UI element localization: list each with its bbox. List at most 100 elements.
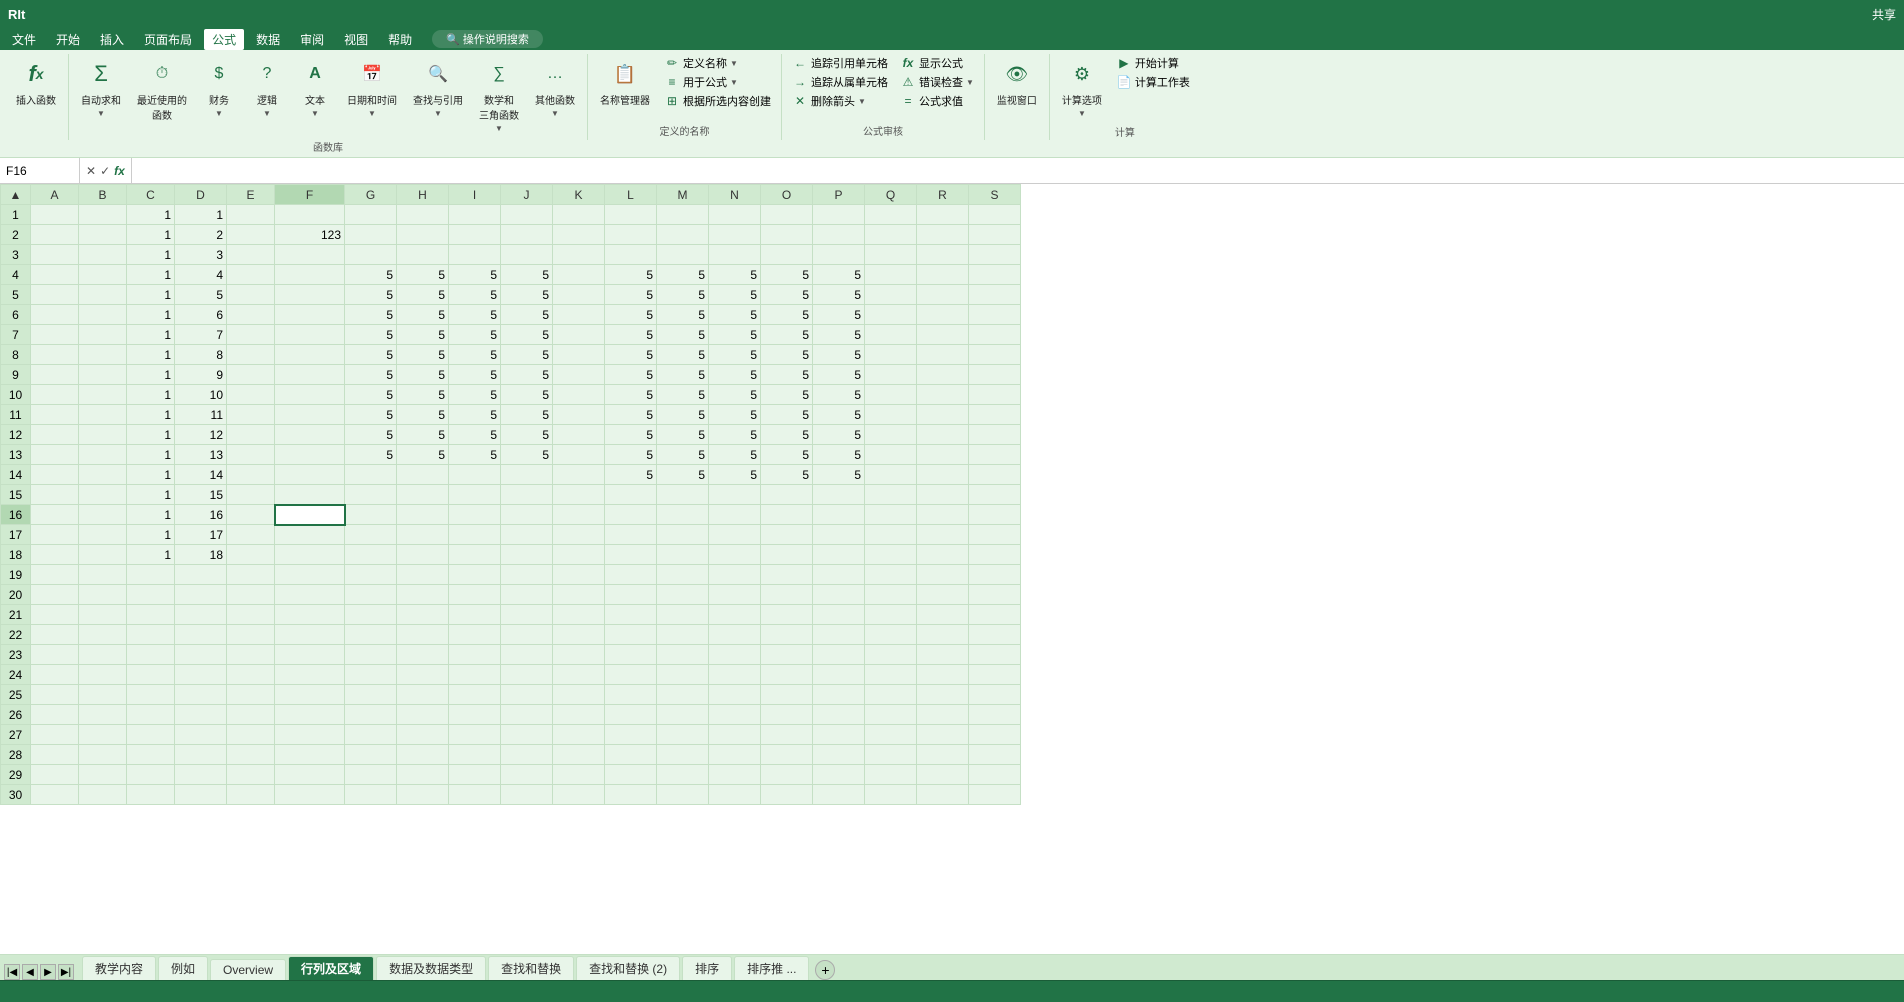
cell-I6[interactable]: 5 <box>449 305 501 325</box>
cell-M19[interactable] <box>657 565 709 585</box>
cell-O24[interactable] <box>761 665 813 685</box>
cell-F27[interactable] <box>275 725 345 745</box>
cell-R21[interactable] <box>917 605 969 625</box>
define-name-button[interactable]: ✏ 定义名称 ▼ <box>660 54 775 72</box>
cell-M1[interactable] <box>657 205 709 225</box>
cell-C18[interactable]: 1 <box>127 545 175 565</box>
cell-B22[interactable] <box>79 625 127 645</box>
cell-G6[interactable]: 5 <box>345 305 397 325</box>
cell-M25[interactable] <box>657 685 709 705</box>
cell-L1[interactable] <box>605 205 657 225</box>
cell-A4[interactable] <box>31 265 79 285</box>
cell-P27[interactable] <box>813 725 865 745</box>
row-header-24[interactable]: 24 <box>1 665 31 685</box>
row-header-26[interactable]: 26 <box>1 705 31 725</box>
row-header-6[interactable]: 6 <box>1 305 31 325</box>
cell-K22[interactable] <box>553 625 605 645</box>
cell-K23[interactable] <box>553 645 605 665</box>
cell-J12[interactable]: 5 <box>501 425 553 445</box>
cell-O1[interactable] <box>761 205 813 225</box>
cell-H6[interactable]: 5 <box>397 305 449 325</box>
cell-G10[interactable]: 5 <box>345 385 397 405</box>
sheet-tab-chazhaohuan2[interactable]: 查找和替换 (2) <box>576 956 680 980</box>
menu-insert[interactable]: 插入 <box>92 29 132 50</box>
cell-reference-box[interactable]: F16 <box>0 158 80 183</box>
cell-O16[interactable] <box>761 505 813 525</box>
cell-K2[interactable] <box>553 225 605 245</box>
cell-C23[interactable] <box>127 645 175 665</box>
show-formulas-button[interactable]: fx 显示公式 <box>896 54 978 72</box>
cell-B2[interactable] <box>79 225 127 245</box>
cell-H1[interactable] <box>397 205 449 225</box>
cell-J15[interactable] <box>501 485 553 505</box>
evaluate-formula-button[interactable]: = 公式求值 <box>896 92 978 110</box>
cell-G22[interactable] <box>345 625 397 645</box>
cell-H19[interactable] <box>397 565 449 585</box>
cell-B13[interactable] <box>79 445 127 465</box>
cell-J2[interactable] <box>501 225 553 245</box>
cell-S17[interactable] <box>969 525 1021 545</box>
cell-L2[interactable] <box>605 225 657 245</box>
cell-I10[interactable]: 5 <box>449 385 501 405</box>
cell-O18[interactable] <box>761 545 813 565</box>
cell-P4[interactable]: 5 <box>813 265 865 285</box>
cell-I21[interactable] <box>449 605 501 625</box>
cell-F26[interactable] <box>275 705 345 725</box>
cell-L20[interactable] <box>605 585 657 605</box>
cell-J24[interactable] <box>501 665 553 685</box>
cell-P15[interactable] <box>813 485 865 505</box>
cell-R15[interactable] <box>917 485 969 505</box>
row-header-29[interactable]: 29 <box>1 765 31 785</box>
cell-N1[interactable] <box>709 205 761 225</box>
cell-S4[interactable] <box>969 265 1021 285</box>
cell-B16[interactable] <box>79 505 127 525</box>
cell-L21[interactable] <box>605 605 657 625</box>
formula-icon[interactable]: fx <box>114 164 125 178</box>
cell-P24[interactable] <box>813 665 865 685</box>
cell-M11[interactable]: 5 <box>657 405 709 425</box>
cell-K18[interactable] <box>553 545 605 565</box>
cell-S2[interactable] <box>969 225 1021 245</box>
cell-F3[interactable] <box>275 245 345 265</box>
cell-Q11[interactable] <box>865 405 917 425</box>
cell-O17[interactable] <box>761 525 813 545</box>
cell-A15[interactable] <box>31 485 79 505</box>
cell-R11[interactable] <box>917 405 969 425</box>
col-header-D[interactable]: D <box>175 185 227 205</box>
cell-R4[interactable] <box>917 265 969 285</box>
cell-D7[interactable]: 7 <box>175 325 227 345</box>
cell-M3[interactable] <box>657 245 709 265</box>
cell-I22[interactable] <box>449 625 501 645</box>
trace-precedents-button[interactable]: ← 追踪引用单元格 <box>788 54 892 72</box>
cell-K9[interactable] <box>553 365 605 385</box>
cell-A11[interactable] <box>31 405 79 425</box>
cell-N3[interactable] <box>709 245 761 265</box>
cell-P12[interactable]: 5 <box>813 425 865 445</box>
cell-M27[interactable] <box>657 725 709 745</box>
cell-A16[interactable] <box>31 505 79 525</box>
cell-H15[interactable] <box>397 485 449 505</box>
cell-N19[interactable] <box>709 565 761 585</box>
create-from-selection-button[interactable]: ⊞ 根据所选内容创建 <box>660 92 775 110</box>
cell-P30[interactable] <box>813 785 865 805</box>
cell-J21[interactable] <box>501 605 553 625</box>
cell-Q14[interactable] <box>865 465 917 485</box>
cell-Q18[interactable] <box>865 545 917 565</box>
cell-D23[interactable] <box>175 645 227 665</box>
cell-D8[interactable]: 8 <box>175 345 227 365</box>
cell-D5[interactable]: 5 <box>175 285 227 305</box>
cell-A28[interactable] <box>31 745 79 765</box>
cell-C17[interactable]: 1 <box>127 525 175 545</box>
cell-D19[interactable] <box>175 565 227 585</box>
row-header-27[interactable]: 27 <box>1 725 31 745</box>
cell-E21[interactable] <box>227 605 275 625</box>
cell-A22[interactable] <box>31 625 79 645</box>
cell-B28[interactable] <box>79 745 127 765</box>
calc-options-button[interactable]: ⚙ 计算选项 ▼ <box>1056 54 1108 122</box>
cell-Q23[interactable] <box>865 645 917 665</box>
cell-M29[interactable] <box>657 765 709 785</box>
cell-O27[interactable] <box>761 725 813 745</box>
cell-O28[interactable] <box>761 745 813 765</box>
cell-K20[interactable] <box>553 585 605 605</box>
cell-P10[interactable]: 5 <box>813 385 865 405</box>
